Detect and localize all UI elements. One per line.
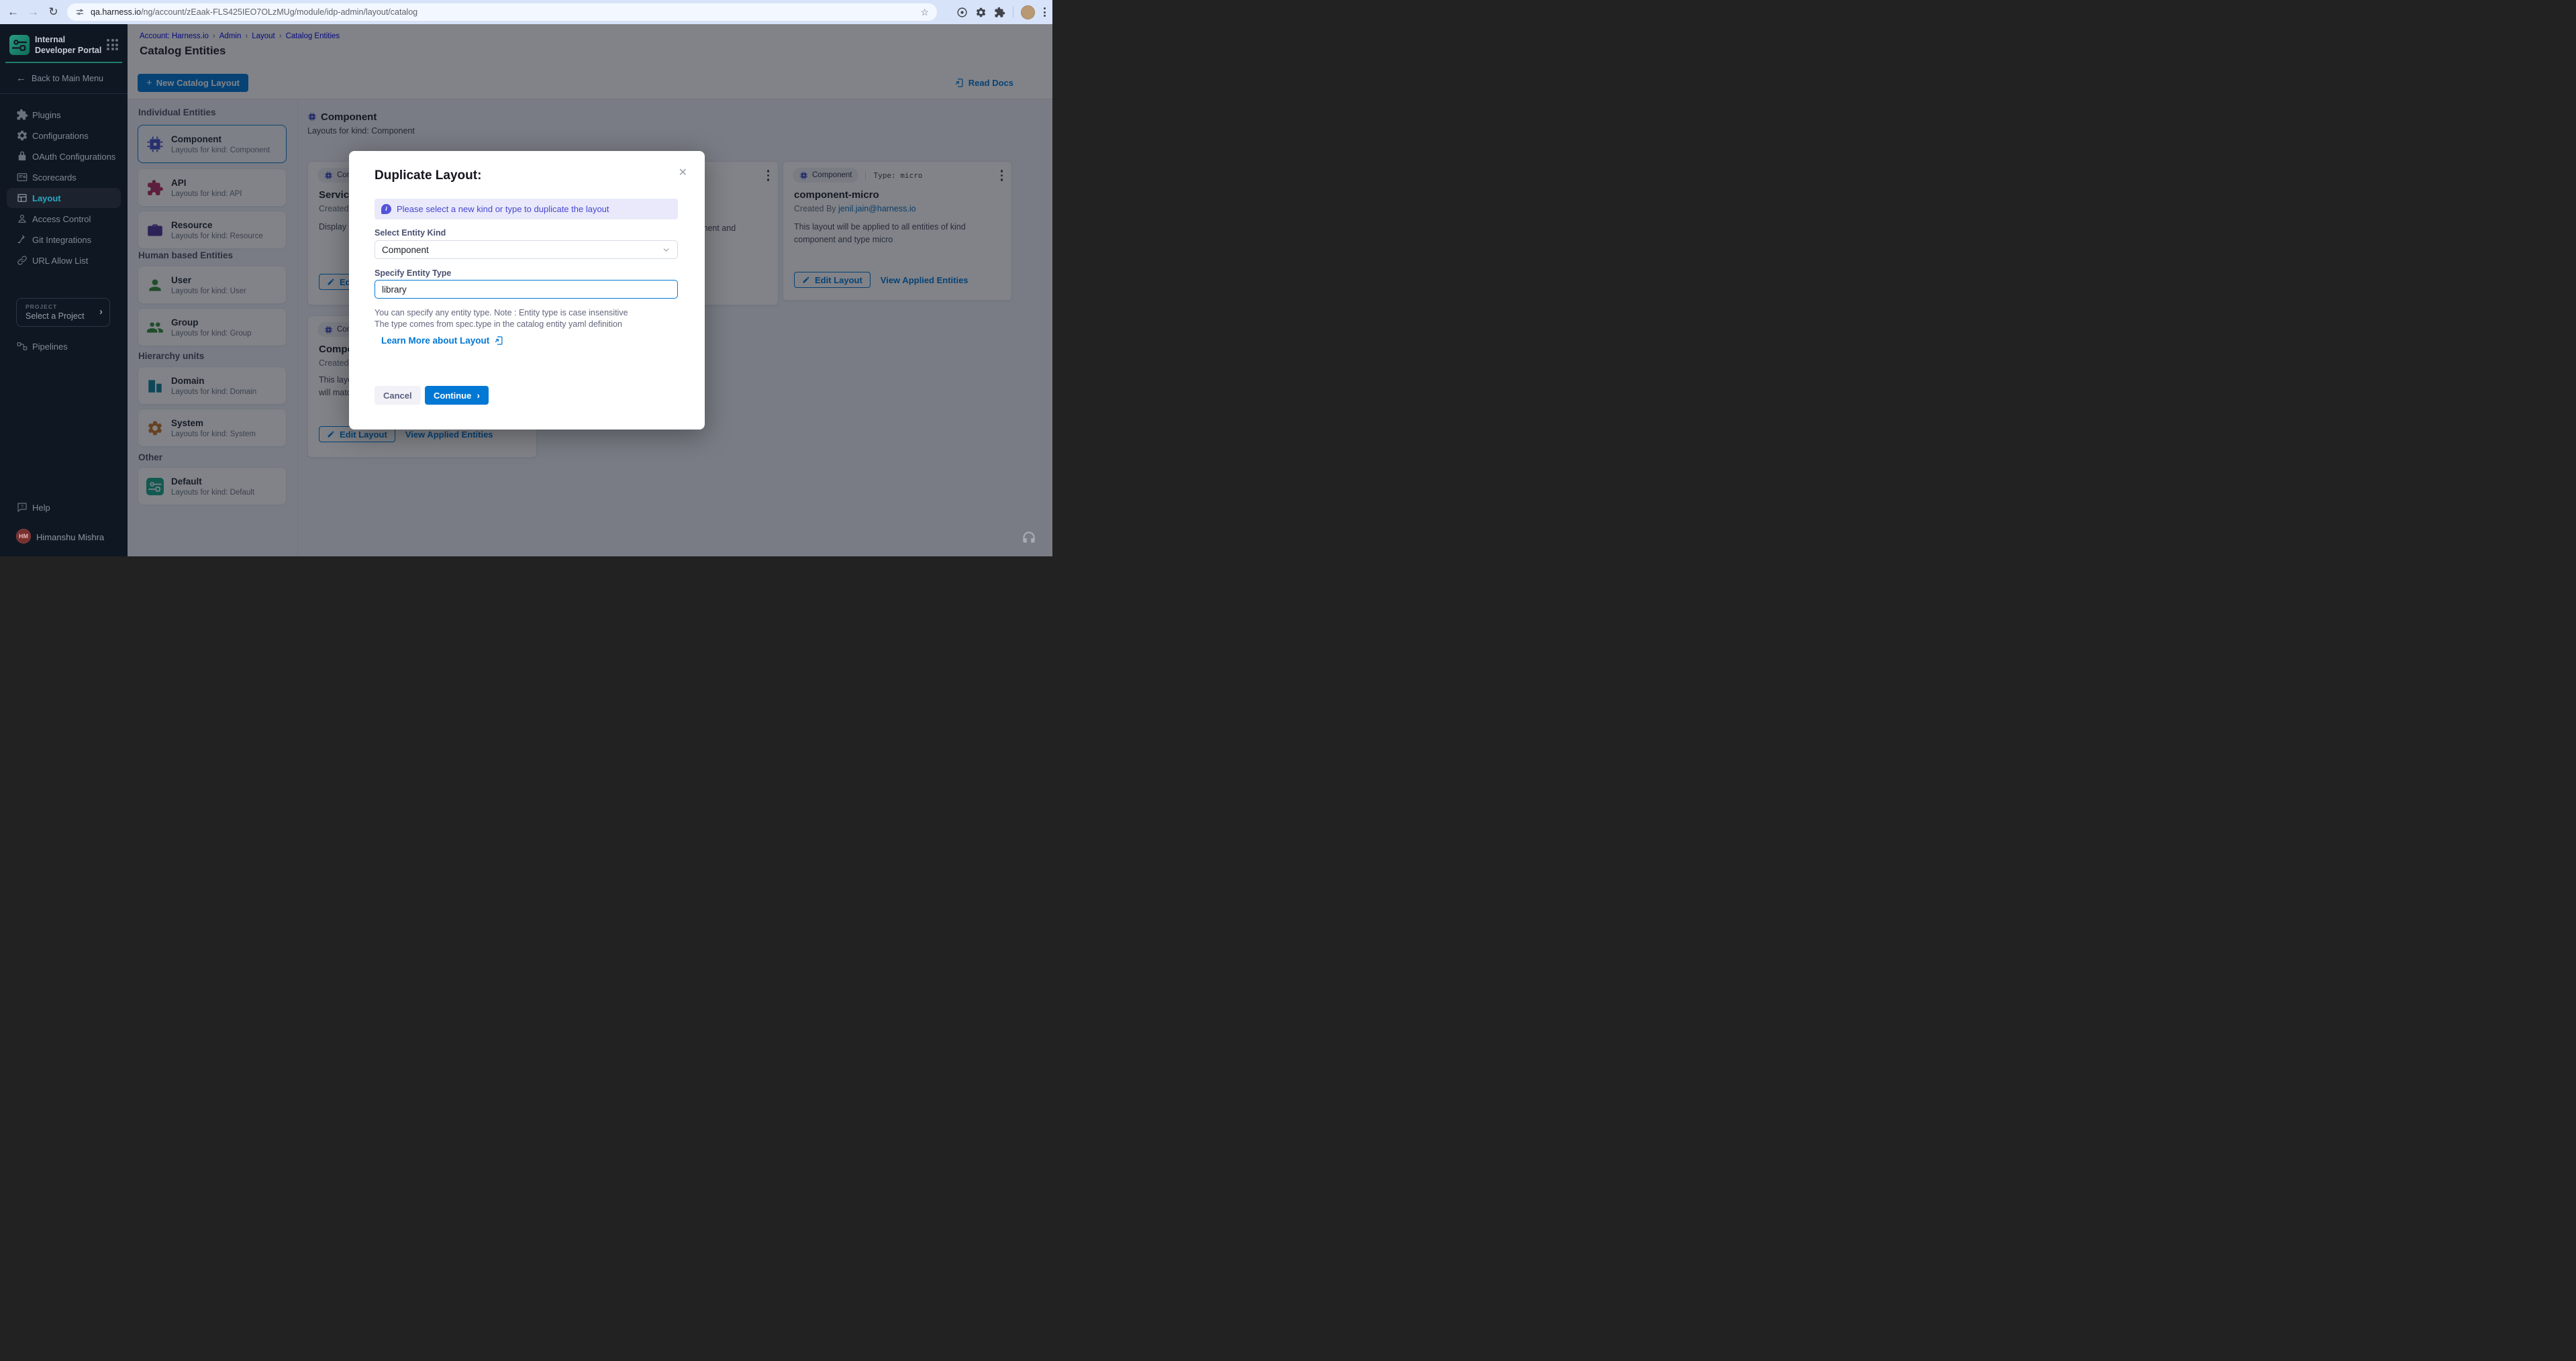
extensions-puzzle-icon[interactable] bbox=[994, 7, 1005, 18]
project-selector[interactable]: PROJECT Select a Project › bbox=[16, 298, 110, 327]
idp-logo-icon bbox=[9, 35, 30, 55]
scorecard-icon bbox=[16, 171, 28, 183]
browser-profile-avatar[interactable] bbox=[1021, 5, 1035, 19]
info-banner: i Please select a new kind or type to du… bbox=[375, 199, 678, 219]
browser-toolbar-icons bbox=[956, 5, 1047, 19]
lock-icon bbox=[16, 150, 28, 162]
sidebar-item-git-integrations[interactable]: Git Integrations bbox=[7, 230, 121, 250]
entity-kind-select[interactable]: Component bbox=[375, 240, 678, 259]
chevron-right-icon: › bbox=[99, 306, 103, 317]
sidebar-item-oauth-configurations[interactable]: OAuth Configurations bbox=[7, 146, 121, 166]
product-title: Internal Developer Portal bbox=[35, 34, 105, 56]
layout-icon bbox=[16, 192, 28, 204]
continue-button[interactable]: Continue› bbox=[425, 386, 489, 405]
url-host: qa.harness.io bbox=[91, 7, 141, 17]
bookmark-star-icon[interactable]: ☆ bbox=[920, 7, 929, 18]
modal-title: Duplicate Layout: bbox=[375, 168, 481, 183]
sidebar-item-url-allow-list[interactable]: URL Allow List bbox=[7, 250, 121, 270]
sidebar-item-plugins[interactable]: Plugins bbox=[7, 105, 121, 125]
puzzle-icon bbox=[16, 109, 28, 121]
pipelines-icon bbox=[16, 340, 28, 352]
back-to-main-menu[interactable]: ← Back to Main Menu bbox=[0, 71, 128, 87]
sidebar: Internal Developer Portal ← Back to Main… bbox=[0, 24, 128, 556]
support-headset-icon[interactable] bbox=[1020, 530, 1038, 547]
browser-chrome: ← → ↻ qa.harness.io/ng/account/zEaak-FLS… bbox=[0, 0, 1052, 24]
settings-gear-icon[interactable] bbox=[975, 7, 987, 18]
back-arrow-icon: ← bbox=[16, 72, 26, 84]
cancel-button[interactable]: Cancel bbox=[375, 386, 421, 405]
learn-more-link[interactable]: Learn More about Layout bbox=[381, 336, 504, 346]
sidebar-item-access-control[interactable]: Access Control bbox=[7, 209, 121, 229]
sidebar-item-help[interactable]: ? Help bbox=[7, 497, 121, 517]
chevron-down-icon bbox=[662, 246, 671, 254]
browser-back-icon[interactable]: ← bbox=[7, 5, 19, 18]
entity-type-input[interactable] bbox=[375, 280, 678, 299]
browser-menu-icon[interactable] bbox=[1042, 6, 1047, 18]
sidebar-divider bbox=[0, 93, 128, 94]
browser-reload-icon[interactable]: ↻ bbox=[47, 5, 60, 18]
doc-external-icon bbox=[494, 336, 504, 346]
info-icon: i bbox=[381, 204, 391, 214]
type-note-line2: The type comes from spec.type in the cat… bbox=[375, 319, 622, 329]
profile-ring-icon[interactable] bbox=[956, 7, 968, 18]
sidebar-accent-line bbox=[5, 62, 122, 63]
select-entity-kind-label: Select Entity Kind bbox=[375, 228, 446, 238]
nav-grid-icon[interactable] bbox=[107, 39, 118, 50]
url-text: qa.harness.io/ng/account/zEaak-FLS425IEO… bbox=[91, 7, 417, 17]
user-avatar[interactable]: HM bbox=[16, 529, 31, 544]
sidebar-item-scorecards[interactable]: Scorecards bbox=[7, 167, 121, 187]
sidebar-item-pipelines[interactable]: Pipelines bbox=[7, 336, 121, 356]
sidebar-item-layout[interactable]: Layout bbox=[7, 188, 121, 208]
browser-forward-icon[interactable]: → bbox=[27, 5, 40, 18]
app-window: ← → ↻ qa.harness.io/ng/account/zEaak-FLS… bbox=[0, 0, 1052, 556]
sidebar-item-configurations[interactable]: Configurations bbox=[7, 125, 121, 146]
address-bar[interactable]: qa.harness.io/ng/account/zEaak-FLS425IEO… bbox=[67, 3, 937, 21]
url-path: /ng/account/zEaak-FLS425IEO7OLzMUg/modul… bbox=[141, 7, 417, 17]
person-outline-icon bbox=[16, 213, 28, 225]
duplicate-layout-modal: Duplicate Layout: ✕ i Please select a ne… bbox=[349, 151, 705, 430]
gears-icon bbox=[16, 130, 28, 142]
type-note-line1: You can specify any entity type. Note : … bbox=[375, 308, 628, 317]
link-icon bbox=[16, 254, 28, 266]
chevron-right-icon: › bbox=[477, 390, 480, 401]
git-branch-icon bbox=[16, 234, 28, 246]
close-icon[interactable]: ✕ bbox=[679, 166, 687, 179]
site-settings-icon[interactable] bbox=[75, 7, 85, 17]
help-chat-icon: ? bbox=[16, 501, 28, 513]
user-name[interactable]: Himanshu Mishra bbox=[36, 532, 104, 542]
svg-text:?: ? bbox=[21, 505, 23, 509]
specify-entity-type-label: Specify Entity Type bbox=[375, 268, 451, 278]
